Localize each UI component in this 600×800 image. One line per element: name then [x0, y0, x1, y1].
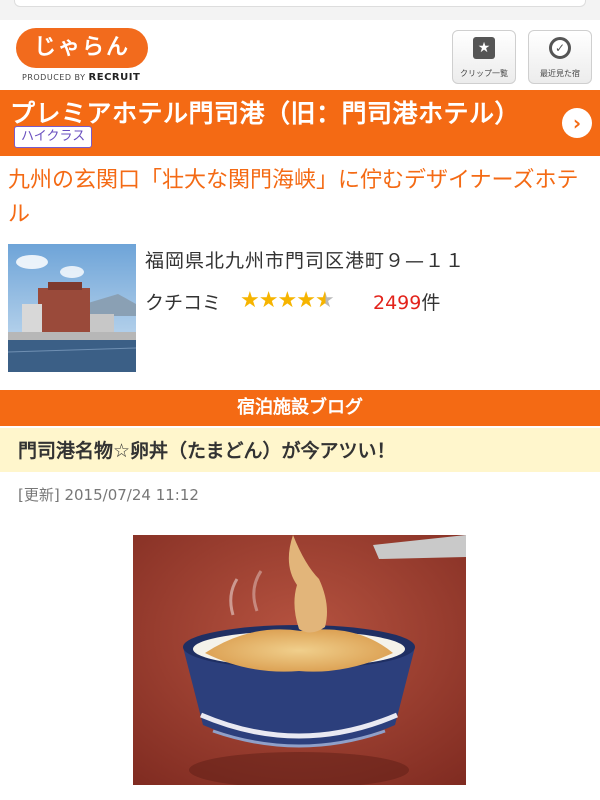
- recent-hotels-button[interactable]: ✓ 最近見た宿: [528, 30, 592, 84]
- blog-post-title-row[interactable]: 門司港名物☆卵丼（たまどん）が今アツい！: [0, 428, 600, 472]
- bookmark-star-icon: ★: [473, 37, 495, 59]
- clock-icon: ✓: [549, 37, 571, 59]
- star-icon: ★: [296, 288, 316, 313]
- hotel-catchphrase: 九州の玄関口「壮大な関門海峡」に佇むデザイナーズホテル: [8, 168, 579, 227]
- clip-list-button[interactable]: ★ クリップ一覧: [452, 30, 516, 84]
- class-badge: ハイクラス: [14, 126, 93, 148]
- produced-by-text: PRODUCED BY RECRUIT: [22, 72, 140, 83]
- recruit-brand: RECRUIT: [88, 72, 141, 83]
- site-header: じゃらん PRODUCED BY RECRUIT ★ クリップ一覧 ✓ 最近見た…: [0, 20, 600, 90]
- blog-post-image[interactable]: [133, 535, 466, 785]
- star-icon: ★: [240, 288, 260, 313]
- jalan-logo[interactable]: じゃらん: [16, 28, 148, 68]
- blog-section-title: 宿泊施設ブログ: [237, 397, 363, 418]
- review-count[interactable]: 2499件: [373, 288, 440, 315]
- hotel-address: 福岡県北九州市門司区港町９—１１: [145, 250, 466, 272]
- star-icon: ★: [277, 288, 297, 313]
- star-icon: ★: [258, 288, 279, 313]
- produced-by-label: PRODUCED BY: [22, 73, 86, 82]
- review-count-unit: 件: [421, 292, 441, 314]
- hotel-title-bar[interactable]: プレミアホテル門司港（旧：門司港ホテル） ハイクラス ›: [0, 90, 600, 156]
- clip-list-label: クリップ一覧: [460, 69, 508, 78]
- blog-section-header: 宿泊施設ブログ: [0, 390, 600, 426]
- blog-post-title[interactable]: 門司港名物☆卵丼（たまどん）が今アツい！: [18, 436, 395, 463]
- hotel-name[interactable]: プレミアホテル門司港（旧：門司港ホテル）: [10, 94, 520, 130]
- review-label[interactable]: クチコミ: [145, 288, 221, 315]
- review-count-number: 2499: [373, 292, 422, 314]
- browser-top-strip: [0, 0, 600, 20]
- half-star-icon: ★: [314, 288, 335, 313]
- rating-stars: ★★★★★: [240, 288, 335, 313]
- recent-hotels-label: 最近見た宿: [540, 69, 580, 78]
- hotel-thumbnail[interactable]: [8, 244, 136, 372]
- chevron-right-icon[interactable]: ›: [562, 108, 592, 138]
- blog-updated-date: [更新] 2015/07/24 11:12: [18, 486, 199, 504]
